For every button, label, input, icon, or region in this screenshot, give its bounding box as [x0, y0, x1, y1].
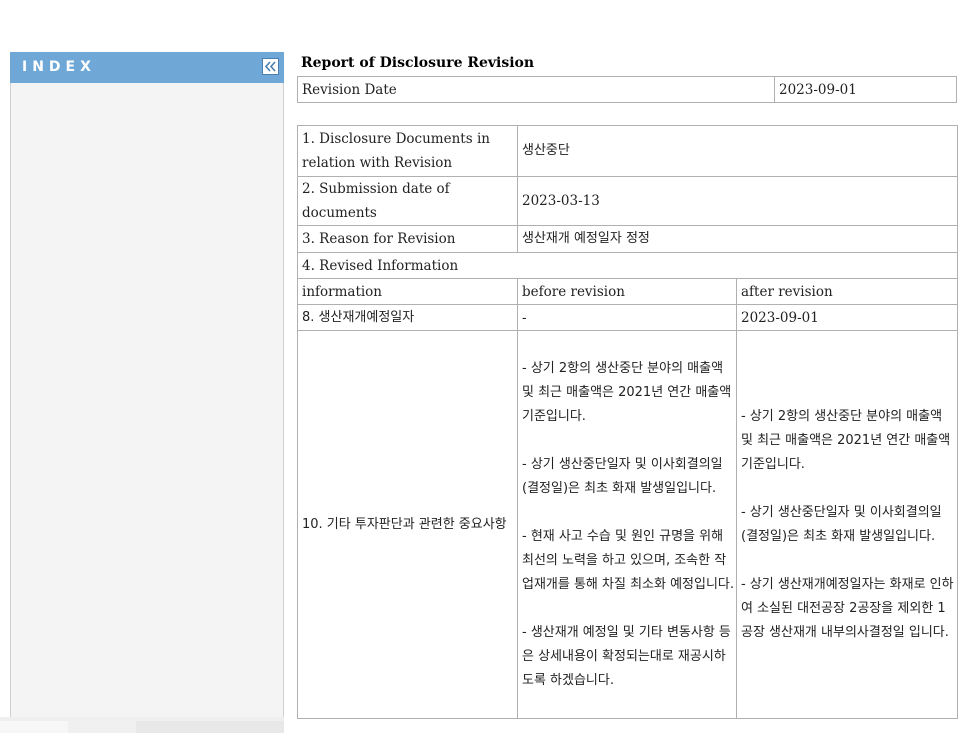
revision-details-table: 1. Disclosure Documents in relation with… [297, 125, 958, 719]
index-header: INDEX [10, 52, 284, 83]
docs-label: 1. Disclosure Documents in relation with… [297, 125, 518, 177]
row-before: - 상기 2항의 생산중단 분야의 매출액 및 최근 매출액은 2021년 연간… [517, 330, 737, 719]
row-info: 10. 기타 투자판단과 관련한 중요사항 [297, 330, 518, 719]
header-after: after revision [736, 278, 958, 305]
revised-info-label: 4. Revised Information [297, 252, 958, 279]
revision-date-label: Revision Date [297, 76, 775, 103]
row-after: 2023-09-01 [736, 304, 958, 331]
reason-label: 3. Reason for Revision [297, 225, 518, 253]
index-title: INDEX [22, 59, 96, 75]
index-sidebar [10, 52, 284, 718]
submission-label: 2. Submission date of documents [297, 176, 518, 226]
submission-value: 2023-03-13 [517, 176, 958, 226]
reason-value: 생산재개 예정일자 정정 [517, 225, 958, 253]
revision-date-value: 2023-09-01 [774, 76, 957, 103]
header-information: information [297, 278, 518, 305]
docs-value: 생산중단 [517, 125, 958, 177]
horizontal-scrollbar[interactable] [0, 717, 284, 733]
row-before: - [517, 304, 737, 331]
header-before: before revision [517, 278, 737, 305]
double-chevron-left-icon[interactable] [262, 58, 279, 75]
revision-date-table: Revision Date 2023-09-01 [297, 76, 957, 103]
row-after: - 상기 2항의 생산중단 분야의 매출액 및 최근 매출액은 2021년 연간… [736, 330, 958, 719]
row-info: 8. 생산재개예정일자 [297, 304, 518, 331]
report-title: Report of Disclosure Revision [301, 55, 535, 71]
